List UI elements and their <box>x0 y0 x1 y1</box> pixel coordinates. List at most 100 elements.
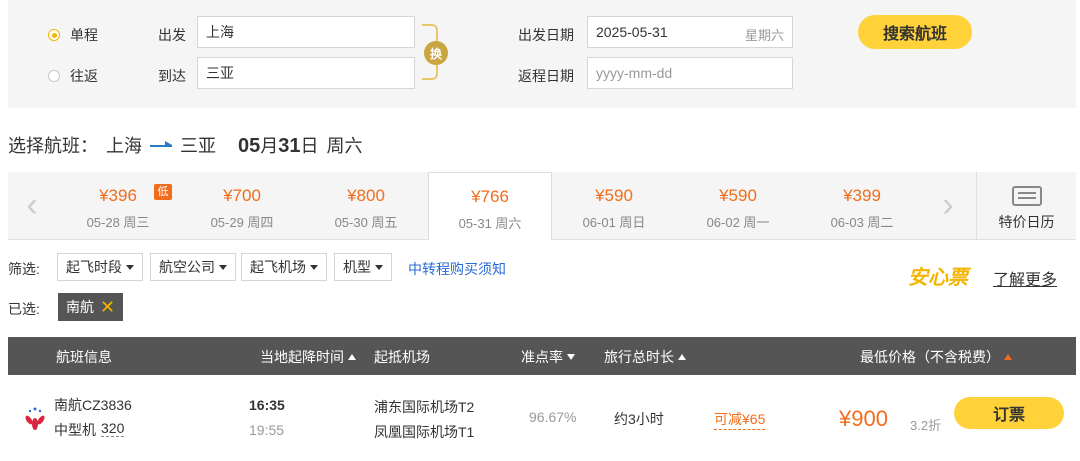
learn-more-link[interactable]: 了解更多 <box>993 266 1057 290</box>
route-day: 31 <box>278 135 301 157</box>
date-cell-0529[interactable]: ¥700 05-29 周四 <box>180 172 304 239</box>
sort-up-icon <box>678 354 686 360</box>
flight-row: 南航CZ3836 中型机 320 16:35 19:55 浦东国际机场T2 凤凰… <box>8 375 1076 461</box>
route-weekday: 周六 <box>326 136 363 156</box>
caret-down-icon <box>310 264 318 270</box>
swap-button[interactable]: 换 <box>424 41 448 65</box>
departure-airport: 浦东国际机场T2 <box>374 399 475 415</box>
dropdown-label: 起飞时段 <box>66 259 122 275</box>
date-day: 05-30 周五 <box>334 215 398 230</box>
search-panel: 单程 往返 出发 上海 到达 三亚 换 出发日期 2025-05-31 星期六 … <box>8 0 1076 108</box>
arrival-time: 19:55 <box>249 422 285 438</box>
search-flights-button[interactable]: 搜索航班 <box>858 15 972 49</box>
dropdown-airline[interactable]: 航空公司 <box>150 253 236 281</box>
from-city-input[interactable]: 上海 <box>197 16 415 48</box>
date-cell-0531-selected[interactable]: ¥766 05-31 周六 <box>428 172 552 241</box>
date-day: 06-03 周二 <box>830 215 894 230</box>
header-price-label: 最低价格（不含税费） <box>860 349 1000 365</box>
dropdown-plane-type[interactable]: 机型 <box>334 253 392 281</box>
special-calendar-button[interactable]: 特价日历 <box>976 172 1076 239</box>
trip-type-label: 单程 <box>70 27 98 43</box>
date-price: ¥700 <box>223 186 261 205</box>
date-cell-0602[interactable]: ¥590 06-02 周一 <box>676 172 800 239</box>
discount-badge[interactable]: 可减¥65 <box>714 409 766 430</box>
caret-down-icon <box>375 264 383 270</box>
selected-tag-label: 南航 <box>66 299 94 315</box>
sort-down-icon <box>567 354 575 360</box>
dropdown-label: 航空公司 <box>159 259 215 275</box>
ontime-rate: 96.67% <box>529 409 577 425</box>
header-airports: 起抵机场 <box>374 349 430 365</box>
date-day: 05-28 周三 <box>86 215 150 230</box>
oneway-radio-icon[interactable] <box>48 29 60 41</box>
route-date: 05月31日 <box>238 132 319 158</box>
trip-type-label: 往返 <box>70 68 98 84</box>
date-day: 06-01 周日 <box>582 215 646 230</box>
chevron-left-icon[interactable]: ‹ <box>8 172 56 239</box>
date-price: ¥399 <box>843 186 881 205</box>
date-day: 05-31 周六 <box>458 216 522 231</box>
header-flight-info: 航班信息 <box>56 349 112 365</box>
date-price: ¥800 <box>347 186 385 205</box>
caret-down-icon <box>126 264 134 270</box>
from-label: 出发 <box>158 27 186 43</box>
to-label: 到达 <box>158 68 186 84</box>
dropdown-departure-time[interactable]: 起飞时段 <box>57 253 143 281</box>
depart-date-value: 2025-05-31 <box>596 24 668 40</box>
selected-label: 已选: <box>8 301 40 317</box>
arrival-airport: 凤凰国际机场T1 <box>374 424 475 440</box>
trip-type-roundtrip[interactable]: 往返 <box>48 66 98 86</box>
calendar-label: 特价日历 <box>998 214 1055 230</box>
date-price: ¥766 <box>471 187 509 206</box>
header-ontime-label: 准点率 <box>521 349 563 365</box>
route-arrow-icon <box>150 141 172 149</box>
depart-date-label: 出发日期 <box>518 27 574 43</box>
low-price-badge: 低 <box>154 184 172 200</box>
header-duration[interactable]: 旅行总时长 <box>604 347 686 367</box>
travel-duration: 约3小时 <box>614 411 664 427</box>
airline-logo-icon <box>25 407 45 430</box>
transfer-notice-link[interactable]: 中转程购买须知 <box>408 259 506 279</box>
departure-time: 16:35 <box>249 397 285 413</box>
sort-up-icon <box>348 354 356 360</box>
header-times[interactable]: 当地起降时间 <box>260 347 356 367</box>
assure-ticket-logo: 安心票 <box>908 267 968 289</box>
flight-table-header: 航班信息 当地起降时间 起抵机场 准点率 旅行总时长 最低价格（不含税费） <box>8 337 1076 375</box>
dropdown-label: 机型 <box>343 259 371 275</box>
trip-type-oneway[interactable]: 单程 <box>48 25 98 45</box>
dropdown-airport[interactable]: 起飞机场 <box>241 253 327 281</box>
date-day: 05-29 周四 <box>210 215 274 230</box>
lowest-price: ¥900 <box>839 406 888 431</box>
discount-rate: 3.2折 <box>910 418 942 433</box>
date-cell-0528[interactable]: ¥396 05-28 周三 低 <box>56 172 180 239</box>
to-city-input[interactable]: 三亚 <box>197 57 415 89</box>
close-icon[interactable]: ✕ <box>100 297 115 318</box>
route-day-unit: 日 <box>300 136 319 156</box>
date-cell-0603[interactable]: ¥399 06-03 周二 <box>800 172 924 239</box>
roundtrip-radio-icon[interactable] <box>48 70 60 82</box>
route-month-unit: 月 <box>260 136 279 156</box>
book-button[interactable]: 订票 <box>954 397 1064 429</box>
plane-size: 中型机 <box>54 422 96 438</box>
header-ontime[interactable]: 准点率 <box>521 347 575 367</box>
return-date-label: 返程日期 <box>518 68 574 84</box>
route-title: 选择航班： 上海 三亚 05月31日 周六 <box>8 132 363 158</box>
sort-up-icon <box>1004 354 1012 360</box>
plane-type-code[interactable]: 320 <box>101 420 125 437</box>
date-price: ¥590 <box>595 186 633 205</box>
dropdown-label: 起飞机场 <box>250 259 306 275</box>
chevron-right-icon[interactable]: › <box>924 172 972 239</box>
flight-number: 南航CZ3836 <box>54 397 132 413</box>
date-cell-0530[interactable]: ¥800 05-30 周五 <box>304 172 428 239</box>
selected-tag-airline[interactable]: 南航 ✕ <box>58 293 124 321</box>
depart-date-input[interactable]: 2025-05-31 星期六 <box>587 16 793 48</box>
route-to: 三亚 <box>180 136 216 156</box>
depart-weekday: 星期六 <box>744 28 784 43</box>
return-date-input[interactable]: yyyy-mm-dd <box>587 57 793 89</box>
calendar-icon <box>1011 186 1042 206</box>
date-cell-0601[interactable]: ¥590 06-01 周日 <box>552 172 676 239</box>
header-duration-label: 旅行总时长 <box>604 349 674 365</box>
header-price[interactable]: 最低价格（不含税费） <box>860 347 1012 367</box>
filter-label: 筛选: <box>8 261 40 277</box>
route-month: 05 <box>238 135 261 157</box>
